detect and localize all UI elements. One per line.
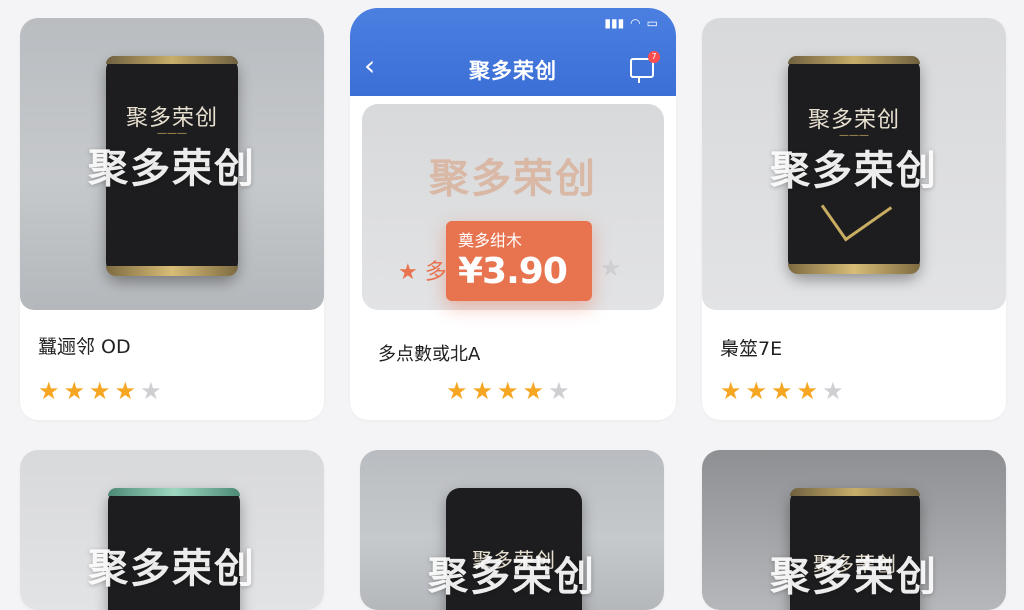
watermark: 聚多荣创 — [88, 546, 256, 592]
product-image: 聚多荣创 ——— 聚多荣创 — [702, 18, 1006, 310]
product-card[interactable]: 聚多荣创 聚多荣创 — [702, 450, 1006, 610]
watermark: 聚多荣创 — [429, 156, 597, 202]
star-icon: ★ — [497, 377, 519, 405]
star-rating: ★ ★ ★ ★ ★ — [446, 379, 570, 403]
star-icon: ★ — [446, 377, 468, 405]
star-icon: ★ — [548, 377, 570, 405]
watermark: 聚多荣创 — [88, 146, 256, 192]
app-header: ▮▮▮ ◠ ▭ ‹ 聚多荣创 7 — [350, 8, 676, 96]
product-title: 蠶逦邻 OD — [38, 336, 131, 358]
price-tag[interactable]: 奠多绀木 ¥3.90 — [446, 221, 592, 301]
star-icon: ★ — [771, 377, 793, 405]
product-image: 聚多荣创 ——— 聚多荣创 — [20, 18, 324, 310]
star-icon: ★ — [140, 377, 162, 405]
star-icon: ★ — [38, 377, 60, 405]
wifi-icon: ◠ — [630, 16, 641, 30]
star-icon: ★ — [796, 377, 819, 405]
product-title: 梟筮7E — [720, 338, 783, 360]
star-icon: ★ — [114, 377, 137, 405]
star-icon: ★ — [822, 377, 844, 405]
page-title: 聚多荣创 — [469, 59, 557, 83]
watermark: 聚多荣创 — [770, 148, 938, 194]
side-label: ★ 多 — [398, 260, 447, 285]
star-icon: ★ — [720, 377, 742, 405]
star-icon: ★ — [471, 377, 494, 405]
product-card[interactable]: 聚多荣创 ——— 聚多荣创 梟筮7E ★ ★ ★ ★ ★ — [702, 18, 1006, 420]
watermark: 聚多荣创 — [428, 554, 596, 600]
price-value: ¥3.90 — [458, 251, 568, 292]
star-icon: ★ — [600, 254, 622, 282]
product-image: 聚多荣创 — [20, 450, 324, 610]
product-title: 多点數或北A — [378, 344, 481, 365]
product-image: 聚多荣创 聚多荣创 — [360, 450, 664, 610]
watermark: 聚多荣创 — [770, 554, 938, 600]
product-card[interactable]: 聚多荣创 聚多荣创 — [360, 450, 664, 610]
product-image: 聚多荣创 聚多荣创 — [702, 450, 1006, 610]
star-rating: ★ ★ ★ ★ ★ — [720, 379, 844, 403]
battery-icon: ▭ — [646, 16, 658, 30]
star-rating: ★ ★ ★ ★ ★ — [38, 379, 162, 403]
signal-icon: ▮▮▮ — [604, 16, 625, 30]
star-icon: ★ — [63, 377, 86, 405]
product-card[interactable]: 聚多荣创 — [20, 450, 324, 610]
price-tag-label: 奠多绀木 — [458, 231, 523, 250]
star-icon: ★ — [745, 377, 768, 405]
message-badge: 7 — [648, 51, 660, 63]
status-bar: ▮▮▮ ◠ ▭ — [604, 16, 658, 30]
star-icon: ★ — [522, 377, 545, 405]
message-icon[interactable]: 7 — [630, 51, 660, 83]
product-card[interactable]: 聚多荣创 ——— 聚多荣创 蠶逦邻 OD ★ ★ ★ ★ ★ — [20, 18, 324, 420]
star-icon: ★ — [89, 377, 111, 405]
